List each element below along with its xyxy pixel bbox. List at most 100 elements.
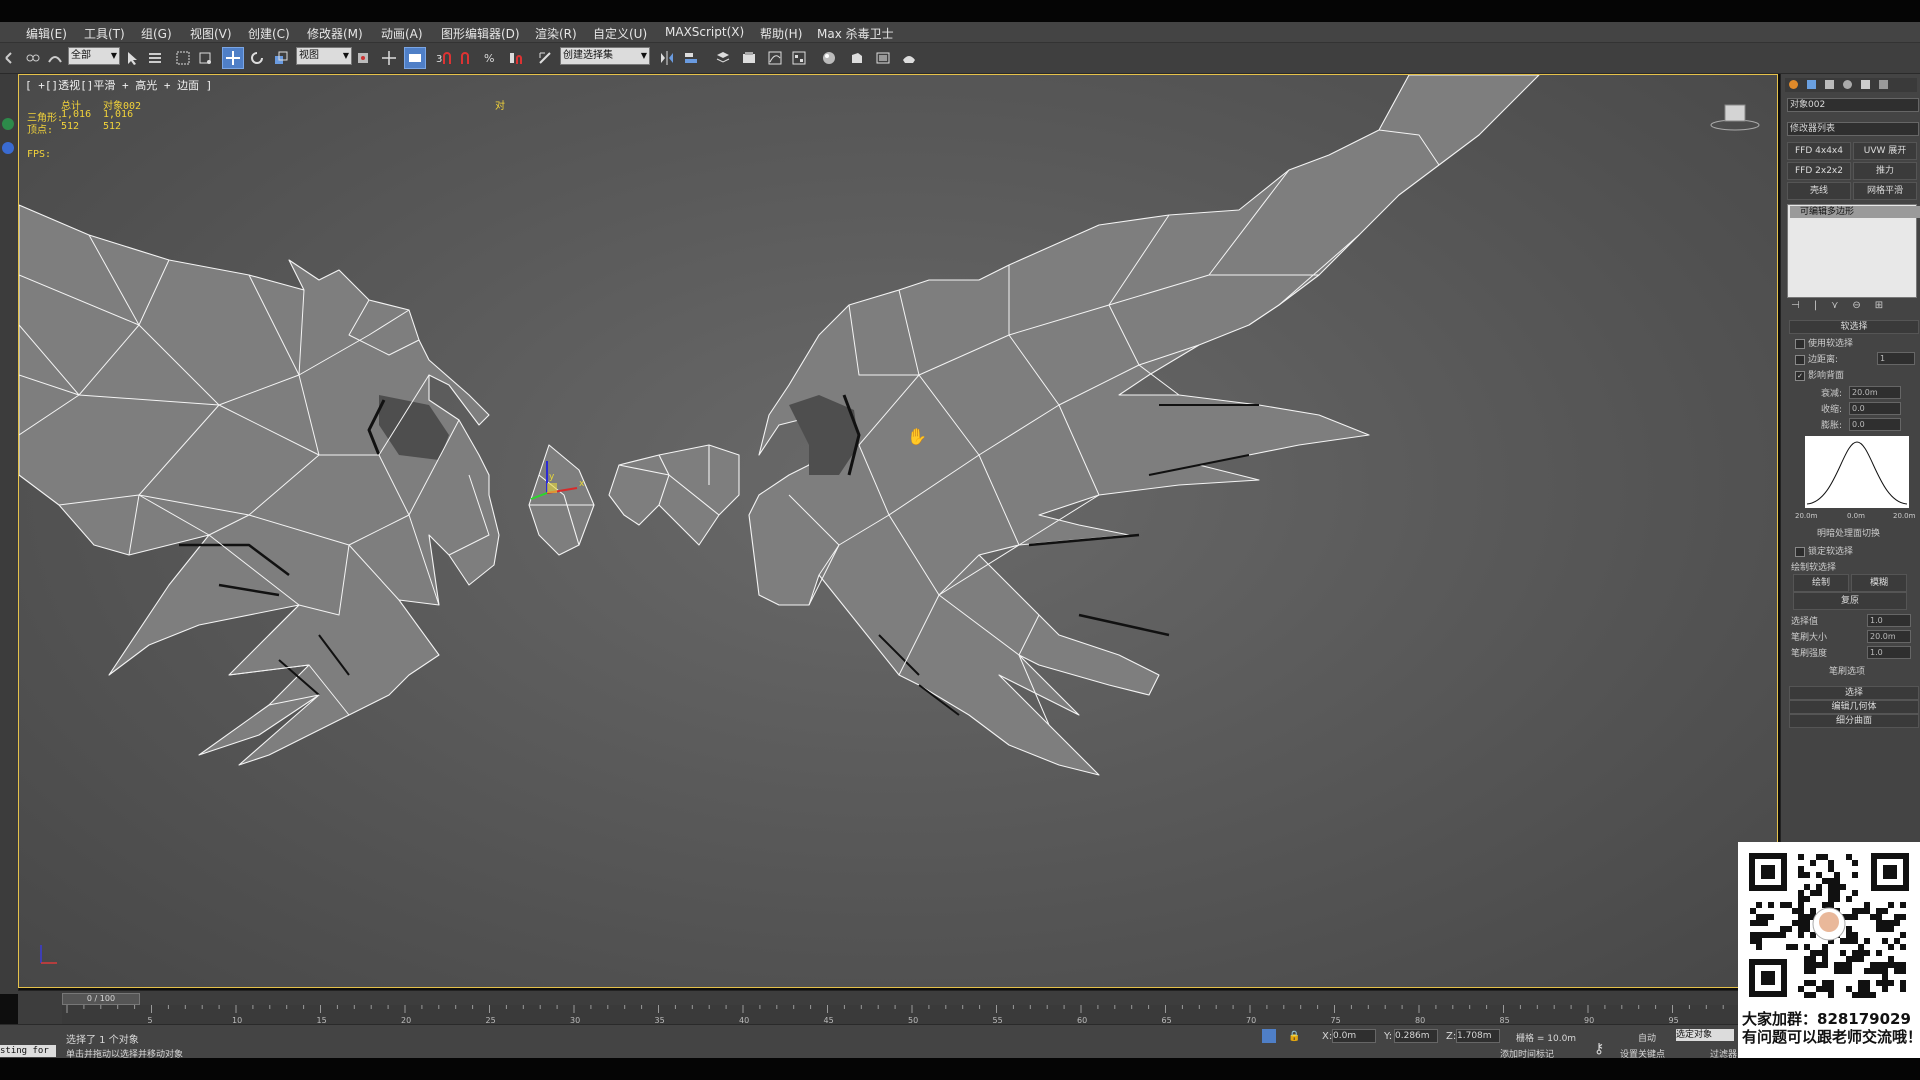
modifier-button-push[interactable]: 推力 <box>1853 162 1917 180</box>
object-name-field[interactable]: 对象002 <box>1787 98 1919 112</box>
modifier-button-ffd222[interactable]: FFD 2x2x2 <box>1787 162 1851 180</box>
maxscript-listener-field[interactable]: sting for <box>0 1045 56 1057</box>
edge-distance-spinner[interactable]: 1 <box>1877 352 1915 365</box>
padlock-icon[interactable]: 🔒 <box>1288 1031 1300 1042</box>
affect-backfacing-checkbox[interactable]: ✓ 影响背面 <box>1795 368 1844 381</box>
wing-mesh[interactable] <box>19 75 1778 988</box>
timeline-ruler[interactable]: 5101520253035404550556065707580859095100 <box>62 1005 1762 1025</box>
pinch-spinner[interactable]: 0.0 <box>1849 402 1901 415</box>
brush-options-button[interactable]: 笔刷选项 <box>1829 664 1865 677</box>
blur-button[interactable]: 模糊 <box>1851 574 1907 592</box>
rollout-edit-geometry[interactable]: 编辑几何体 <box>1789 700 1919 714</box>
hierarchy-tab-icon[interactable] <box>1825 80 1834 89</box>
rollout-soft-selection[interactable]: 软选择 <box>1789 320 1919 334</box>
material-editor-icon[interactable] <box>818 47 840 69</box>
named-selection-sets-dropdown[interactable]: 创建选择集 ▼ <box>560 47 650 65</box>
edge-distance-checkbox[interactable]: 边距离: <box>1795 352 1838 365</box>
ribbon-toggle-icon[interactable] <box>2 142 14 154</box>
select-and-move-icon[interactable] <box>222 47 244 69</box>
utilities-tab-icon[interactable] <box>1879 80 1888 89</box>
select-manipulate-icon[interactable] <box>378 47 400 69</box>
angle-snap-icon[interactable] <box>456 47 478 69</box>
menu-tools[interactable]: 工具(T) <box>84 25 125 42</box>
y-coord-field[interactable]: 0.286m <box>1394 1029 1438 1043</box>
select-object-icon[interactable] <box>122 47 144 69</box>
menu-group[interactable]: 组(G) <box>141 25 172 42</box>
spinner-snap-icon[interactable] <box>504 47 526 69</box>
bubble-spinner[interactable]: 0.0 <box>1849 418 1901 431</box>
falloff-spinner[interactable]: 20.0m <box>1849 386 1901 399</box>
menu-help[interactable]: 帮助(H) <box>760 25 802 42</box>
create-tab-icon[interactable] <box>1789 80 1798 89</box>
selection-filter-dropdown[interactable]: 全部 ▼ <box>68 47 120 65</box>
graphite-tools-icon[interactable] <box>738 47 760 69</box>
schematic-view-icon[interactable] <box>788 47 810 69</box>
reference-coord-dropdown[interactable]: 视图 ▼ <box>296 47 352 65</box>
viewport-layout-icon[interactable] <box>2 118 14 130</box>
curve-editor-icon[interactable] <box>764 47 786 69</box>
bind-space-warp-icon[interactable] <box>44 47 66 69</box>
menu-modifiers[interactable]: 修改器(M) <box>307 25 363 42</box>
link-icon[interactable] <box>22 47 44 69</box>
brush-size-spinner[interactable]: 20.0m <box>1867 630 1911 643</box>
menu-maxscript[interactable]: MAXScript(X) <box>665 25 744 39</box>
key-filter-dropdown[interactable]: 选定对象 <box>1676 1029 1734 1041</box>
menu-views[interactable]: 视图(V) <box>190 25 232 42</box>
modify-tab-icon[interactable] <box>1807 80 1816 89</box>
mirror-icon[interactable] <box>656 47 678 69</box>
viewcube-icon[interactable] <box>1709 99 1761 133</box>
rollout-select[interactable]: 选择 <box>1789 686 1919 700</box>
rollout-subdivision-surface[interactable]: 细分曲面 <box>1789 714 1919 728</box>
menu-graph-editors[interactable]: 图形编辑器(D) <box>441 25 520 42</box>
menu-max-antivirus[interactable]: Max 杀毒卫士 <box>817 25 894 42</box>
select-and-scale-icon[interactable] <box>270 47 292 69</box>
perspective-viewport[interactable]: [ +[]透视[]平滑 + 高光 + 边面 ] 总计 对象002 三角形: 1,… <box>18 74 1778 988</box>
selection-value-spinner[interactable]: 1.0 <box>1867 614 1911 627</box>
select-and-rotate-icon[interactable] <box>246 47 268 69</box>
qr-module <box>1876 980 1882 986</box>
menu-edit[interactable]: 编辑(E) <box>26 25 67 42</box>
menu-create[interactable]: 创建(C) <box>248 25 290 42</box>
undo-icon[interactable] <box>0 47 22 69</box>
modifier-button-ffd444[interactable]: FFD 4x4x4 <box>1787 142 1851 160</box>
keyboard-shortcut-override-icon[interactable] <box>404 47 426 69</box>
menu-customize[interactable]: 自定义(U) <box>593 25 647 42</box>
brush-strength-spinner[interactable]: 1.0 <box>1867 646 1911 659</box>
display-tab-icon[interactable] <box>1861 80 1870 89</box>
rect-selection-region-icon[interactable] <box>172 47 194 69</box>
stack-item-editable-poly[interactable]: 可编辑多边形 <box>1790 206 1920 218</box>
pivot-center-icon[interactable] <box>352 47 374 69</box>
modifier-button-uvw-unwrap[interactable]: UVW 展开 <box>1853 142 1917 160</box>
modifier-button-meshsmooth[interactable]: 网格平滑 <box>1853 182 1917 200</box>
auto-key-button[interactable]: 自动 <box>1638 1031 1656 1044</box>
snaps-toggle-icon[interactable]: 3 <box>432 47 454 69</box>
z-coord-field[interactable]: 1.708m <box>1456 1029 1500 1043</box>
timeline[interactable]: 0 / 100 5 10 15 20 25 30 35 40 45 50 55 60 65 70 75 80 8… <box>18 990 1778 1025</box>
time-slider[interactable]: 0 / 100 <box>62 993 140 1005</box>
select-by-name-icon[interactable] <box>144 47 166 69</box>
paint-button[interactable]: 绘制 <box>1793 574 1849 592</box>
revert-button[interactable]: 复原 <box>1793 592 1907 610</box>
lock-soft-selection-checkbox[interactable]: 锁定软选择 <box>1795 544 1853 557</box>
modifier-list-dropdown[interactable]: 修改器列表 <box>1787 122 1919 136</box>
use-soft-selection-checkbox[interactable]: 使用软选择 <box>1795 336 1853 349</box>
motion-tab-icon[interactable] <box>1843 80 1852 89</box>
render-setup-icon[interactable] <box>846 47 868 69</box>
menu-rendering[interactable]: 渲染(R) <box>535 25 577 42</box>
edit-named-selections-icon[interactable] <box>534 47 556 69</box>
render-production-icon[interactable] <box>898 47 920 69</box>
move-gizmo[interactable]: y x <box>519 453 599 523</box>
rendered-frame-window-icon[interactable] <box>872 47 894 69</box>
key-icon[interactable]: ⚷ <box>1594 1041 1604 1057</box>
menu-animation[interactable]: 动画(A) <box>381 25 423 42</box>
stack-control-icons[interactable]: ⊣|⋎⊖⊞ <box>1791 300 1897 311</box>
modifier-button-shell[interactable]: 壳线 <box>1787 182 1851 200</box>
shaded-face-toggle-button[interactable]: 明暗处理面切换 <box>1817 526 1880 539</box>
align-icon[interactable] <box>680 47 702 69</box>
selection-lock-icon[interactable] <box>1262 1029 1276 1043</box>
x-coord-field[interactable]: 0.0m <box>1332 1029 1376 1043</box>
layer-manager-icon[interactable] <box>712 47 734 69</box>
window-crossing-icon[interactable] <box>194 47 216 69</box>
modifier-stack[interactable]: 可编辑多边形 <box>1787 204 1920 298</box>
percent-snap-icon[interactable]: % <box>480 47 502 69</box>
